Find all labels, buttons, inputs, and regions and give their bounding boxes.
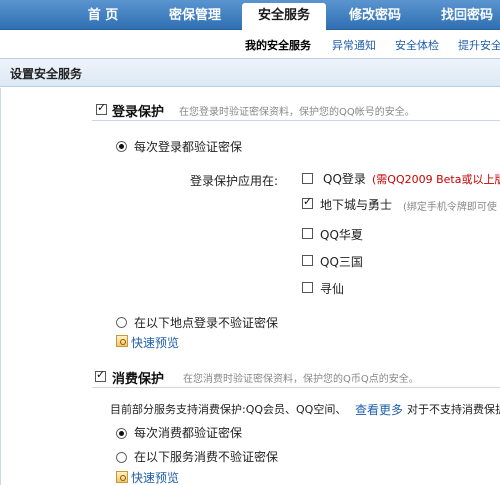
login-location-exempt-radio[interactable] [116, 317, 127, 328]
app-note-qq-login: (需QQ2009 Beta或以上版 [372, 173, 500, 186]
app-note-dnf: (绑定手机令牌即可使 [403, 202, 497, 213]
section-title: 设置安全服务 [10, 67, 83, 81]
app-checkbox-xunxian[interactable] [302, 282, 313, 293]
left-border [0, 88, 1, 485]
spend-protect-header: 消费保护 在您消费时验证密保资料，保护您的Q币Q点的安全。 [92, 364, 500, 388]
spend-quick-preview-link[interactable]: 快速预览 [131, 469, 179, 485]
app-checkbox-dnf[interactable] [302, 195, 313, 209]
login-protect-description: 在您登录时验证密保资料，保护您的QQ帐号的安全。 [179, 107, 415, 118]
tab-security-management[interactable]: 密保管理 [150, 5, 240, 30]
login-protect-title: 登录保护 [112, 105, 165, 120]
login-always-verify-label: 每次登录都验证密保 [134, 140, 243, 154]
subnav-security-check[interactable]: 安全体检 [395, 37, 439, 53]
spend-always-verify-label: 每次消费都验证密保 [134, 426, 243, 440]
subnav-abnormal-notice[interactable]: 异常通知 [332, 37, 376, 53]
tab-recover-password[interactable]: 找回密码 [422, 5, 500, 30]
sub-nav: 我的安全服务 异常通知 安全体检 提升安全 [0, 31, 500, 57]
spend-service-exempt-label: 在以下服务消费不验证密保 [134, 450, 279, 464]
section-header: 设置安全服务 [0, 58, 500, 87]
preview-icon [116, 335, 128, 347]
login-always-verify-radio[interactable] [116, 141, 127, 152]
spend-protect-description: 在您消费时验证密保资料，保护您的Q币Q点的安全。 [183, 374, 419, 385]
login-protect-header: 登录保护 在您登录时验证密保资料，保护您的QQ帐号的安全。 [92, 97, 500, 121]
spend-protect-title: 消费保护 [112, 372, 165, 387]
app-checkbox-qq-sanguo[interactable] [302, 255, 313, 266]
spend-protect-checkbox[interactable] [95, 368, 106, 382]
app-label-dnf: 地下城与勇士 [320, 198, 393, 212]
spend-service-exempt-radio[interactable] [116, 452, 127, 463]
spend-support-text: 目前部分服务支持消费保护:QQ会员、QQ空间、 [110, 403, 347, 416]
app-label-qq-login: QQ登录 [323, 172, 366, 186]
tab-home[interactable]: 首 页 [58, 5, 148, 30]
app-label-xunxian: 寻仙 [320, 282, 345, 296]
login-location-exempt-label: 在以下地点登录不验证密保 [134, 316, 279, 330]
unsupported-text: 对于不支持消费保护 [407, 403, 500, 416]
spend-always-verify-radio[interactable] [116, 428, 127, 439]
top-nav: 首 页 密保管理 安全服务 修改密码 找回密码 [0, 0, 500, 31]
app-checkbox-qq-login[interactable] [302, 173, 313, 184]
subnav-improve-security[interactable]: 提升安全 [458, 37, 500, 53]
subnav-my-security-services[interactable]: 我的安全服务 [245, 37, 311, 53]
apply-to-label: 登录保护应用在: [190, 174, 279, 188]
preview-icon [116, 471, 128, 483]
tab-change-password[interactable]: 修改密码 [330, 5, 420, 30]
app-label-qq-sanguo: QQ三国 [320, 255, 363, 269]
see-more-link[interactable]: 查看更多 [355, 401, 403, 418]
login-protect-checkbox[interactable] [96, 101, 107, 115]
app-checkbox-qq-huaxia[interactable] [302, 228, 313, 239]
app-label-qq-huaxia: QQ华夏 [320, 228, 363, 242]
login-quick-preview-link[interactable]: 快速预览 [131, 334, 179, 351]
tab-security-service[interactable]: 安全服务 [242, 3, 326, 31]
